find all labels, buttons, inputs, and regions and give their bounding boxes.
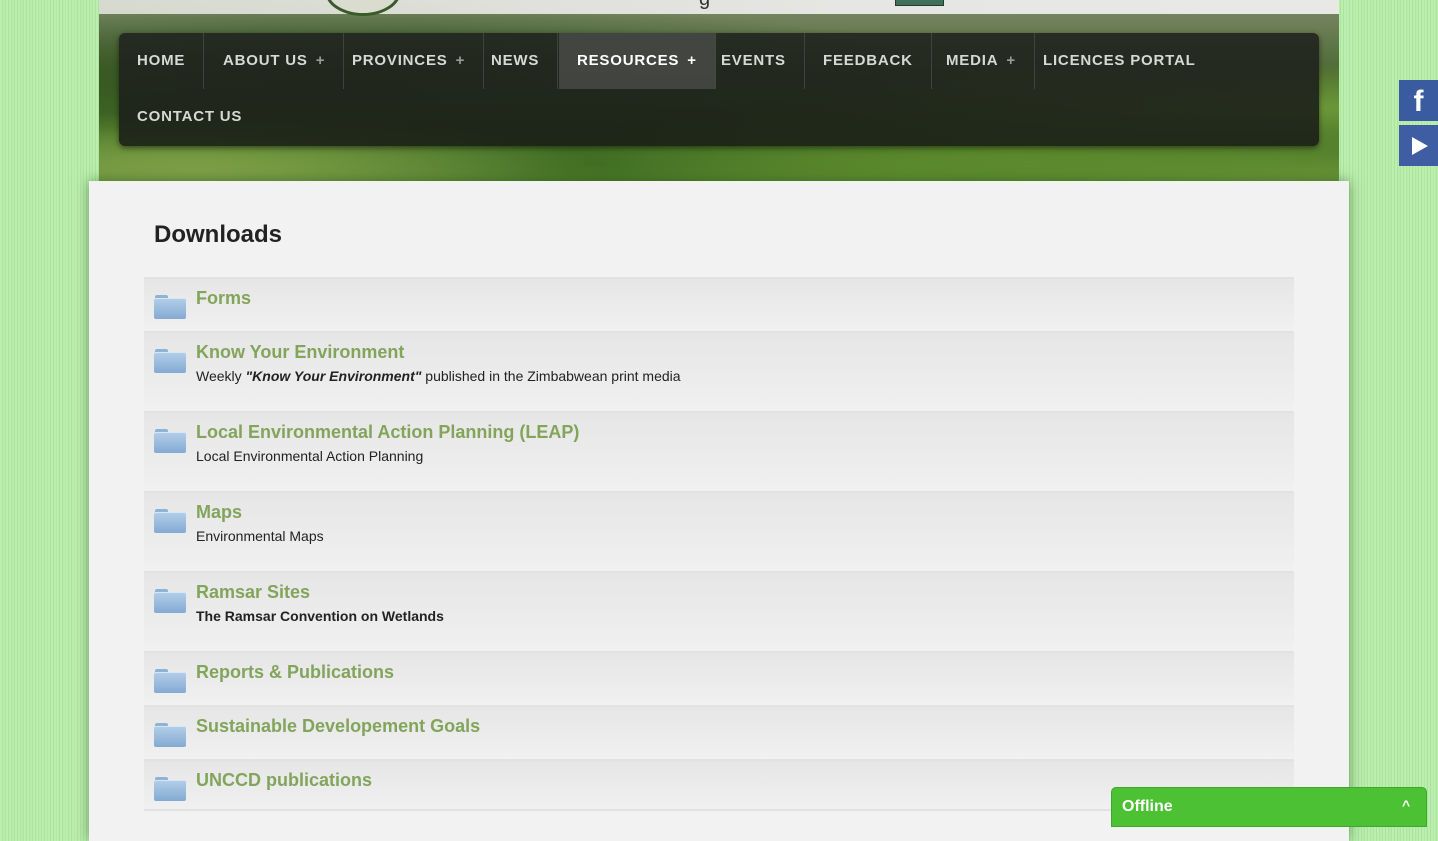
nav-item-resources[interactable]: RESOURCES + (559, 33, 716, 89)
category-row-leap: Local Environmental Action Planning (LEA… (144, 411, 1294, 489)
nav-item-licences-portal[interactable]: LICENCES PORTAL (1025, 33, 1214, 89)
chat-widget[interactable]: Offline ^ (1111, 787, 1427, 827)
category-link[interactable]: Ramsar Sites (196, 582, 310, 603)
nav-item-provinces[interactable]: PROVINCES + (334, 33, 485, 89)
nav-item-label: HOME (137, 52, 186, 69)
play-icon (1412, 137, 1428, 155)
nav-item-label: FEEDBACK (823, 52, 913, 69)
nav-item-label: NEWS (491, 52, 540, 69)
nav-item-contact-us[interactable]: CONTACT US (119, 89, 260, 145)
category-description: The Ramsar Convention on Wetlands (196, 608, 444, 624)
folder-icon[interactable] (154, 429, 186, 453)
folder-icon[interactable] (154, 589, 186, 613)
category-row-sdgs: Sustainable Developement Goals (144, 705, 1294, 757)
folder-icon[interactable] (154, 349, 186, 373)
folder-icon[interactable] (154, 509, 186, 533)
header-partial-text: g (699, 0, 710, 11)
category-link[interactable]: Know Your Environment (196, 342, 404, 363)
page-title: Downloads (154, 221, 283, 248)
folder-icon[interactable] (154, 669, 186, 693)
category-link[interactable]: Forms (196, 288, 251, 309)
nav-item-label: LICENCES PORTAL (1043, 52, 1196, 69)
chevron-up-icon[interactable]: ^ (1402, 797, 1410, 813)
category-row-know-your-environment: Know Your Environment Weekly "Know Your … (144, 331, 1294, 409)
nav-item-label: RESOURCES (577, 52, 680, 69)
category-link[interactable]: Reports & Publications (196, 662, 394, 683)
facebook-icon: f (1413, 85, 1424, 118)
emphasis-text: "Know Your Environment" (245, 368, 422, 384)
plus-icon: + (1006, 52, 1016, 69)
folder-icon[interactable] (154, 777, 186, 801)
category-description: Local Environmental Action Planning (196, 448, 424, 464)
facebook-button[interactable]: f (1399, 80, 1438, 121)
nav-item-label: PROVINCES (352, 52, 448, 69)
folder-icon[interactable] (154, 295, 186, 319)
chat-status: Offline (1122, 798, 1173, 815)
main-navigation: HOME ABOUT US + PROVINCES + NEWS RESOURCES… (119, 33, 1319, 146)
category-row-forms: Forms (144, 277, 1294, 329)
plus-icon: + (455, 52, 466, 69)
nav-item-feedback[interactable]: FEEDBACK (805, 33, 932, 89)
category-description: Weekly "Know Your Environment" published… (196, 368, 681, 384)
category-link[interactable]: Local Environmental Action Planning (LEA… (196, 422, 579, 443)
category-link[interactable]: UNCCD publications (196, 770, 372, 791)
nav-item-label: EVENTS (721, 52, 786, 69)
nav-item-news[interactable]: NEWS (473, 33, 559, 89)
folder-icon[interactable] (154, 723, 186, 747)
category-row-maps: Maps Environmental Maps (144, 491, 1294, 569)
header-badge (895, 0, 944, 6)
header-top-strip (99, 0, 1339, 14)
nav-item-label: CONTACT US (137, 108, 243, 125)
nav-item-label: MEDIA (946, 52, 999, 69)
category-description: Environmental Maps (196, 528, 324, 544)
youtube-button[interactable] (1399, 125, 1438, 166)
category-link[interactable]: Sustainable Developement Goals (196, 716, 480, 737)
nav-item-label: ABOUT US (223, 52, 308, 69)
main-content: Downloads Forms Know Your Environment We… (89, 181, 1349, 841)
plus-icon: + (315, 52, 326, 69)
nav-item-events[interactable]: EVENTS (703, 33, 805, 89)
nav-item-media[interactable]: MEDIA + (928, 33, 1035, 89)
category-row-reports-publications: Reports & Publications (144, 651, 1294, 703)
nav-item-about-us[interactable]: ABOUT US + (205, 33, 345, 89)
category-row-ramsar-sites: Ramsar Sites The Ramsar Convention on We… (144, 571, 1294, 649)
category-link[interactable]: Maps (196, 502, 242, 523)
nav-item-home[interactable]: HOME (119, 33, 205, 89)
plus-icon: + (687, 52, 697, 69)
